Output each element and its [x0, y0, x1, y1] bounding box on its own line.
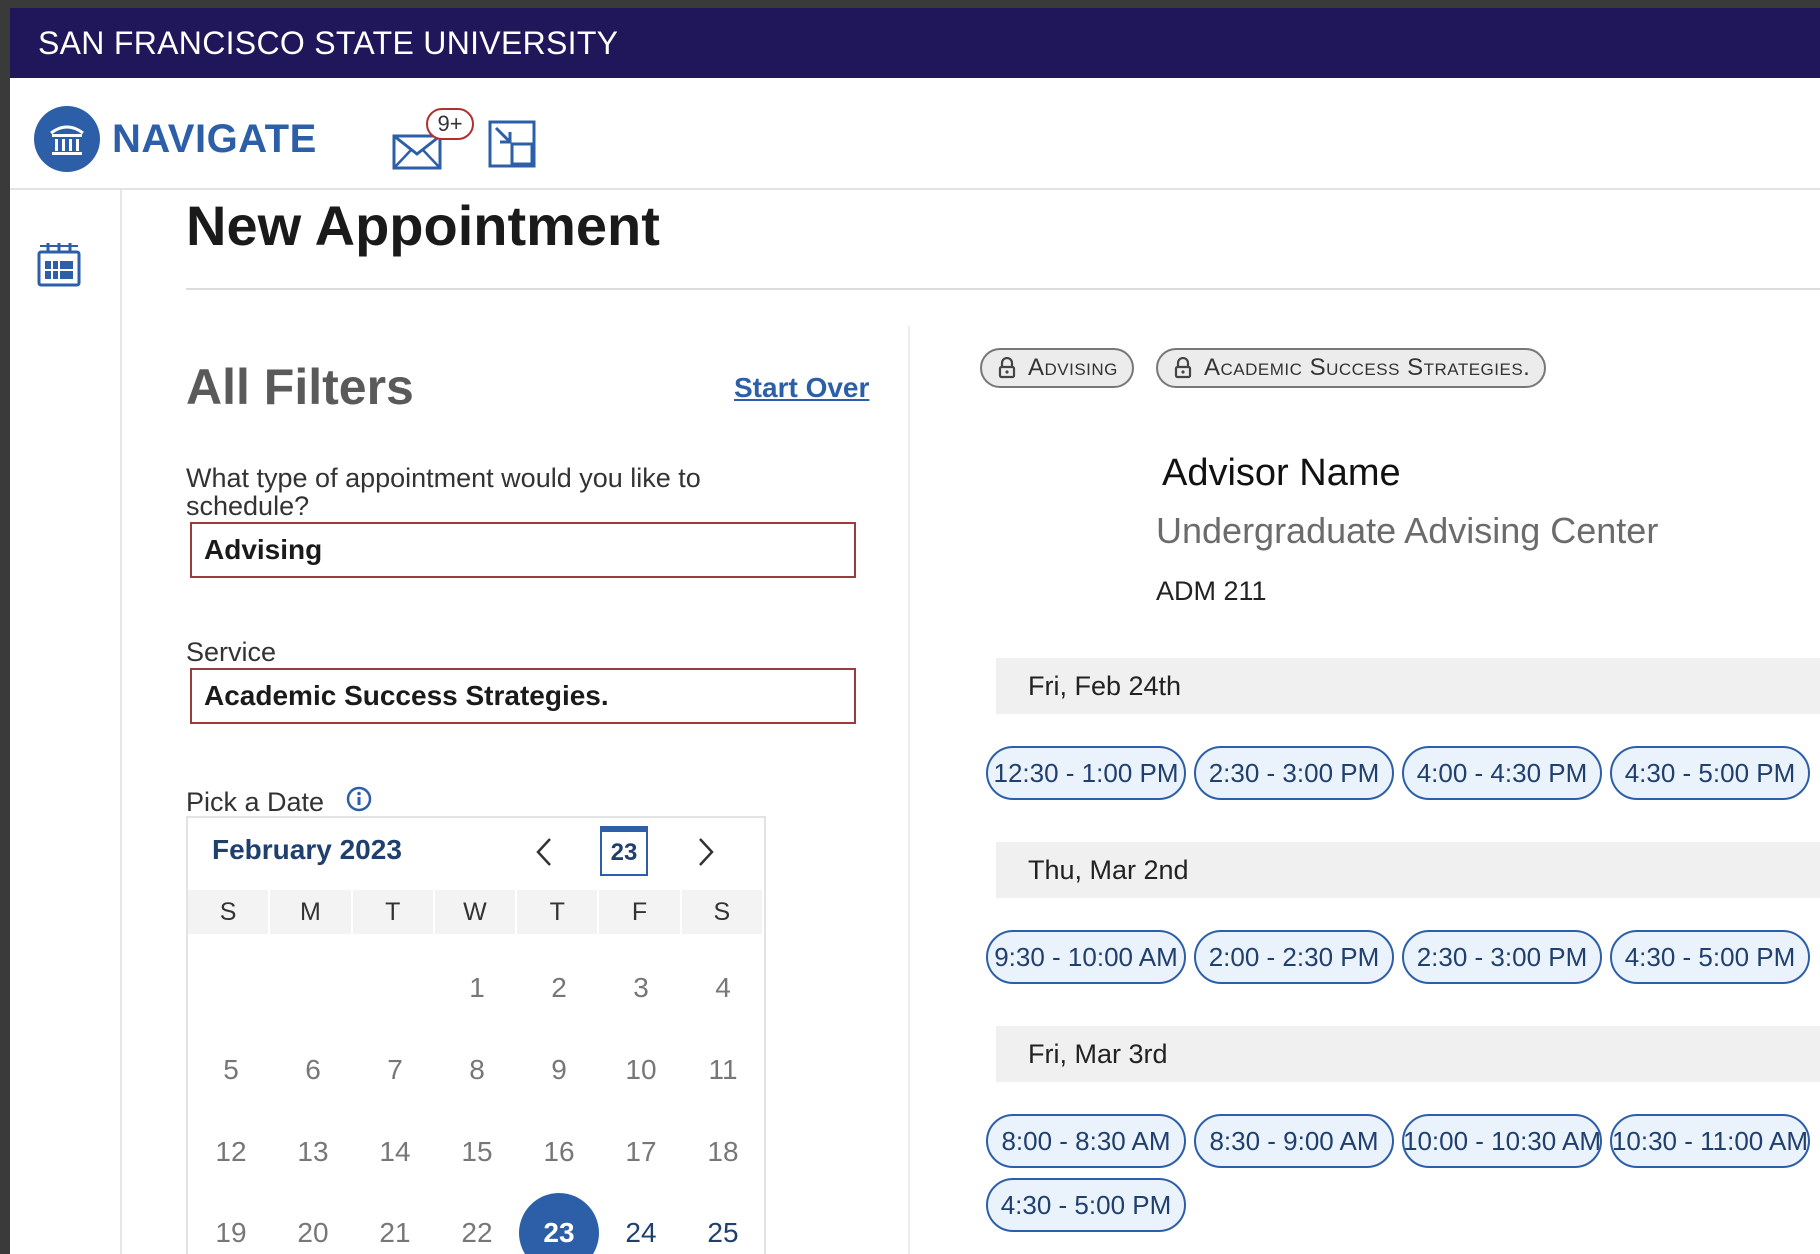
lock-icon [1174, 357, 1192, 379]
advisor-location: ADM 211 [1156, 576, 1267, 606]
calendar-day[interactable]: 21 [355, 1193, 435, 1254]
chevron-left-icon [536, 838, 551, 866]
calendar-day[interactable]: 20 [273, 1193, 353, 1254]
notification-badge: 9+ [426, 108, 474, 140]
calendar-day[interactable]: 19 [191, 1193, 271, 1254]
time-slot-button[interactable]: 4:30 - 5:00 PM [1610, 746, 1810, 800]
navigate-logo[interactable]: NAVIGATE [34, 106, 317, 172]
time-slot-button[interactable]: 4:00 - 4:30 PM [1402, 746, 1602, 800]
previous-month-button[interactable] [524, 832, 564, 872]
service-label: Service [186, 637, 277, 667]
weekday-label: M [270, 890, 353, 934]
info-icon [346, 786, 372, 812]
time-slot-button[interactable]: 8:30 - 9:00 AM [1194, 1114, 1394, 1168]
filter-chip-service[interactable]: Academic Success Strategies. [1156, 348, 1547, 388]
brand-name: NAVIGATE [112, 116, 317, 161]
university-name: SAN FRANCISCO STATE UNIVERSITY [38, 24, 619, 61]
weekday-label: T [517, 890, 600, 934]
calendar-day[interactable]: 25 [683, 1193, 763, 1254]
filters-title: All Filters [186, 359, 414, 415]
calendar-day[interactable]: 1 [437, 948, 517, 1028]
weekday-header: S M T W T F S [188, 890, 764, 934]
envelope-icon [392, 134, 442, 170]
time-slot-button[interactable]: 4:30 - 5:00 PM [986, 1178, 1186, 1232]
lock-icon [998, 357, 1016, 379]
advisor-department: Undergraduate Advising Center [1156, 510, 1659, 551]
calendar-day[interactable]: 10 [601, 1030, 681, 1110]
day-header: Fri, Feb 24th [996, 658, 1820, 714]
service-field[interactable]: Academic Success Strategies. [190, 668, 856, 724]
weekday-label: W [435, 890, 518, 934]
calendar-day[interactable]: 5 [191, 1030, 271, 1110]
time-slot-button[interactable]: 10:00 - 10:30 AM [1402, 1114, 1602, 1168]
weekday-label: T [353, 890, 435, 934]
calendar-day[interactable]: 4 [683, 948, 763, 1028]
resize-button[interactable] [488, 120, 536, 173]
calendar-day[interactable]: 7 [355, 1030, 435, 1110]
title-divider [186, 288, 1820, 290]
university-banner: SAN FRANCISCO STATE UNIVERSITY [10, 8, 1820, 78]
institution-icon [34, 106, 100, 172]
messages-button[interactable]: 9+ [392, 108, 482, 178]
calendar-day[interactable]: 15 [437, 1112, 517, 1192]
advisor-name: Advisor Name [1162, 452, 1401, 494]
time-slot-button[interactable]: 2:00 - 2:30 PM [1194, 930, 1394, 984]
calendar-day[interactable]: 17 [601, 1112, 681, 1192]
calendar-icon [37, 243, 81, 287]
start-over-link[interactable]: Start Over [734, 372, 869, 404]
time-slot-button[interactable]: 12:30 - 1:00 PM [986, 746, 1186, 800]
next-month-button[interactable] [686, 832, 726, 872]
calendar-day[interactable]: 11 [683, 1030, 763, 1110]
time-slot-button[interactable]: 4:30 - 5:00 PM [1610, 930, 1810, 984]
time-slot-button[interactable]: 10:30 - 11:00 AM [1610, 1114, 1810, 1168]
filter-chip-type[interactable]: Advising [980, 348, 1134, 388]
chevron-right-icon [699, 838, 714, 866]
weekday-label: S [682, 890, 764, 934]
date-picker: February 2023 23 S M T W T F S 1 2 3 4 5… [186, 816, 766, 1254]
calendar-day[interactable]: 9 [519, 1030, 599, 1110]
time-slot-button[interactable]: 8:00 - 8:30 AM [986, 1114, 1186, 1168]
calendar-day[interactable]: 24 [601, 1193, 681, 1254]
weekday-label: F [599, 890, 682, 934]
page-title: New Appointment [186, 194, 660, 257]
calendar-day[interactable]: 18 [683, 1112, 763, 1192]
chip-label: Advising [1028, 354, 1118, 381]
appointments-nav-button[interactable] [36, 242, 82, 293]
app-window: SAN FRANCISCO STATE UNIVERSITY NAVIGATE [10, 8, 1820, 1254]
resize-icon [488, 120, 536, 168]
top-nav: NAVIGATE 9+ [10, 78, 1820, 190]
calendar-day[interactable]: 16 [519, 1112, 599, 1192]
appointment-type-label: What type of appointment would you like … [186, 463, 701, 521]
calendar-day[interactable]: 12 [191, 1112, 271, 1192]
date-info-button[interactable] [346, 786, 372, 817]
time-slot-button[interactable]: 2:30 - 3:00 PM [1402, 930, 1602, 984]
chip-label: Academic Success Strategies. [1204, 354, 1531, 381]
column-divider [908, 326, 910, 1254]
calendar-day[interactable]: 2 [519, 948, 599, 1028]
pick-date-label: Pick a Date [186, 787, 325, 817]
calendar-day[interactable]: 6 [273, 1030, 353, 1110]
time-slot-button[interactable]: 9:30 - 10:00 AM [986, 930, 1186, 984]
calendar-day[interactable]: 3 [601, 948, 681, 1028]
appointment-type-field[interactable]: Advising [190, 522, 856, 578]
calendar-day[interactable]: 14 [355, 1112, 435, 1192]
calendar-day[interactable]: 22 [437, 1193, 517, 1254]
day-header: Thu, Mar 2nd [996, 842, 1820, 898]
left-rail [10, 190, 122, 1254]
calendar-month: February 2023 [212, 834, 402, 865]
today-button[interactable]: 23 [600, 826, 648, 876]
calendar-day-selected[interactable]: 23 [519, 1193, 599, 1254]
weekday-label: S [188, 890, 271, 934]
day-header: Fri, Mar 3rd [996, 1026, 1820, 1082]
time-slot-button[interactable]: 2:30 - 3:00 PM [1194, 746, 1394, 800]
calendar-day[interactable]: 13 [273, 1112, 353, 1192]
calendar-day[interactable]: 8 [437, 1030, 517, 1110]
